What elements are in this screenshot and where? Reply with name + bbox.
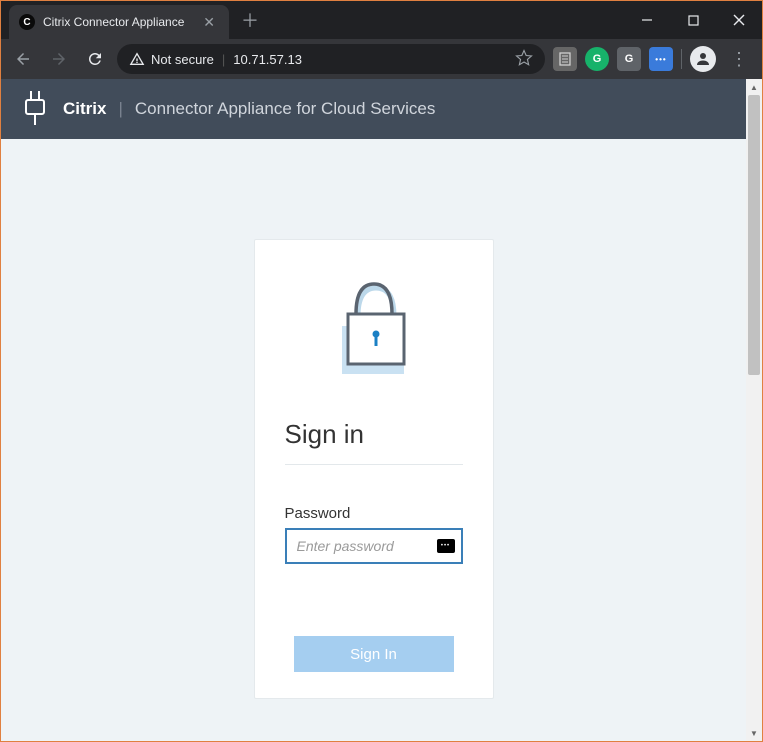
close-window-button[interactable] xyxy=(716,4,762,36)
window-controls xyxy=(624,4,762,36)
forward-button[interactable] xyxy=(45,45,73,73)
toolbar-separator xyxy=(681,49,682,69)
brand-name: Citrix xyxy=(63,99,106,119)
browser-tab[interactable]: C Citrix Connector Appliance ✕ xyxy=(9,5,229,39)
app-banner: Citrix | Connector Appliance for Cloud S… xyxy=(1,79,746,139)
browser-toolbar: Not secure | 10.71.57.13 G G ••• ⋮ xyxy=(1,39,762,79)
page-area: Citrix | Connector Appliance for Cloud S… xyxy=(1,79,762,741)
new-tab-button[interactable]: ＋ xyxy=(229,7,271,33)
scroll-up-button[interactable]: ▲ xyxy=(746,79,762,95)
back-button[interactable] xyxy=(9,45,37,73)
reload-button[interactable] xyxy=(81,45,109,73)
lock-icon xyxy=(285,270,463,379)
browser-menu-button[interactable]: ⋮ xyxy=(724,49,754,70)
bookmark-star-icon[interactable] xyxy=(515,49,533,70)
minimize-button[interactable] xyxy=(624,4,670,36)
extension-icon-4[interactable]: ••• xyxy=(649,47,673,71)
brand-text: Citrix | Connector Appliance for Cloud S… xyxy=(63,99,435,119)
password-manager-icon[interactable]: ••• xyxy=(437,539,455,553)
brand-subtitle: Connector Appliance for Cloud Services xyxy=(135,99,436,119)
signin-title: Sign in xyxy=(285,419,463,450)
window-titlebar: C Citrix Connector Appliance ✕ ＋ xyxy=(1,1,762,39)
extension-icon-3[interactable]: G xyxy=(617,47,641,71)
url-text: 10.71.57.13 xyxy=(233,52,302,67)
scrollbar-track[interactable] xyxy=(746,95,762,725)
profile-avatar[interactable] xyxy=(690,46,716,72)
signin-card: Sign in Password ••• Sign In xyxy=(254,239,494,699)
password-label: Password xyxy=(285,505,463,522)
password-input-wrap: ••• xyxy=(285,528,463,564)
insecure-label: Not secure xyxy=(151,52,214,67)
close-tab-icon[interactable]: ✕ xyxy=(199,12,219,33)
maximize-button[interactable] xyxy=(670,4,716,36)
tab-title: Citrix Connector Appliance xyxy=(43,15,191,29)
scrollbar-thumb[interactable] xyxy=(748,95,760,375)
plug-icon xyxy=(21,91,49,127)
security-indicator[interactable]: Not secure xyxy=(129,51,214,67)
signin-button[interactable]: Sign In xyxy=(294,636,454,672)
content-area: Sign in Password ••• Sign In xyxy=(1,139,746,741)
page-content: Citrix | Connector Appliance for Cloud S… xyxy=(1,79,746,741)
extension-icon-2[interactable]: G xyxy=(585,47,609,71)
scroll-down-button[interactable]: ▼ xyxy=(746,725,762,741)
extensions-area: G G ••• xyxy=(553,47,673,71)
favicon: C xyxy=(19,14,35,30)
extension-icon-1[interactable] xyxy=(553,47,577,71)
warning-icon xyxy=(129,51,145,67)
vertical-scrollbar[interactable]: ▲ ▼ xyxy=(746,79,762,741)
brand-separator: | xyxy=(118,99,122,119)
url-bar[interactable]: Not secure | 10.71.57.13 xyxy=(117,44,545,74)
divider xyxy=(285,464,463,465)
url-separator: | xyxy=(222,52,225,67)
